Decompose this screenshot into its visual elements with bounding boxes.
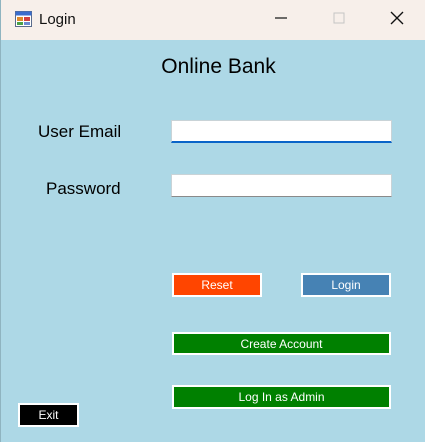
password-field[interactable] xyxy=(171,174,392,197)
login-button[interactable]: Login xyxy=(301,273,391,297)
create-account-button[interactable]: Create Account xyxy=(172,332,391,355)
app-form-icon xyxy=(15,11,32,27)
minimize-icon xyxy=(275,11,287,29)
close-button[interactable] xyxy=(374,0,420,40)
reset-button[interactable]: Reset xyxy=(172,273,262,297)
minimize-button[interactable] xyxy=(258,0,304,40)
title-bar[interactable]: Login xyxy=(1,0,425,40)
email-field[interactable] xyxy=(171,120,392,143)
page-title: Online Bank xyxy=(161,55,276,78)
window-title: Login xyxy=(39,11,76,28)
maximize-icon xyxy=(333,11,345,29)
email-label: User Email xyxy=(38,122,122,141)
exit-button[interactable]: Exit xyxy=(18,403,79,427)
password-label: Password xyxy=(46,179,121,198)
close-icon xyxy=(390,11,404,30)
maximize-button xyxy=(316,0,362,40)
login-window: Login Online Bank User Email Password Re… xyxy=(0,0,425,442)
admin-login-button[interactable]: Log In as Admin xyxy=(172,385,391,409)
